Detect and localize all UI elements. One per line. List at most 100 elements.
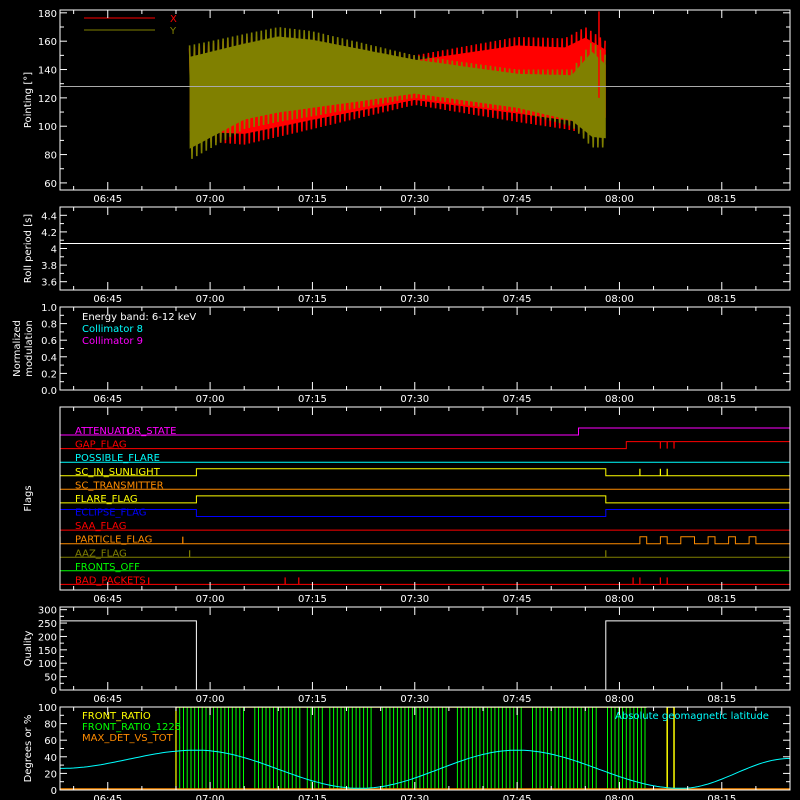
pointing-ytick-label: 120 [38,94,57,105]
observation-summary-plots: X Y 06:45 07:00 07:15 07:30 07:45 08:00 08:15 60 8… [0,0,800,800]
quality-ytick-label: 0 [51,686,57,697]
modulation-panel: Energy band: 6-12 keVCollimator 8Collima… [12,303,791,405]
quality-panel: 06:45 07:00 07:15 07:30 07:45 08:00 08:15 0 50 10… [23,606,791,705]
ratios-ytick-label: 60 [44,736,57,747]
modulation-xtick-label: 08:15 [707,394,736,405]
flag-label-particle_flag: PARTICLE_FLAG [75,535,152,546]
ratios-ylabel: Degrees or % [23,715,34,783]
pointing-xtick-label: 07:00 [196,194,225,205]
annotation-2: Collimator 9 [82,336,143,347]
annotation-0: Energy band: 6-12 keV [82,312,196,323]
quality-xtick-label: 08:00 [605,694,634,705]
modulation-xtick-label: 07:45 [503,394,532,405]
roll-ytick-label: 3.8 [41,261,57,272]
flags-xtick-label: 08:00 [605,594,634,605]
pointing-ytick-label: 160 [38,37,57,48]
flag-label-sc_in_sunlight: SC_IN_SUNLIGHT [75,467,161,478]
flags-xtick-label: 06:45 [93,594,122,605]
flags-ylabel: Flags [23,485,34,511]
pointing-ytick-label: 80 [44,151,57,162]
pointing-xtick-label: 06:45 [93,194,122,205]
quality-xtick-label: 08:15 [707,694,736,705]
pointing-xtick-label: 07:15 [298,194,327,205]
flag-label-aaz_flag: AAZ_FLAG [75,548,127,559]
quality-ytick-label: 150 [38,646,57,657]
pointing-ytick-label: 100 [38,122,57,133]
quality-ytick-label: 300 [38,606,57,617]
geomagnetic-latitude-line [60,749,790,789]
ratios-panel: FRONT_RATIOFRONT_RATIO_1225MAX_DET_VS_TO… [23,703,791,800]
quality-xtick-label: 07:30 [400,694,429,705]
pointing-xtick-label: 07:45 [503,194,532,205]
legend-label-y: Y [169,26,177,37]
modulation-ytick-label: 0.8 [41,320,57,331]
modulation-ylabel-line-0: Normalized [12,320,23,377]
flags-content [60,427,790,585]
modulation-ytick-label: 0.2 [41,369,57,380]
pointing-ytick-label: 180 [38,9,57,20]
flag-line-eclipse_flag [60,509,790,517]
flag-label-fronts_off: FRONTS_OFF [75,562,140,573]
roll-xtick-label: 06:45 [93,294,122,305]
roll-xtick-label: 07:00 [196,294,225,305]
modulation-ytick-label: 1.0 [41,303,57,314]
roll-xtick-label: 07:45 [503,294,532,305]
roll-xtick-label: 07:15 [298,294,327,305]
ratios-ytick-label: 80 [44,720,57,731]
roll-ytick-label: 4.2 [41,228,57,239]
roll-ytick-label: 4.4 [41,211,57,222]
modulation-ytick-label: 0.4 [41,353,57,364]
quality-ytick-label: 100 [38,659,57,670]
flag-label-eclipse_flag: ECLIPSE_FLAG [75,508,146,519]
legend-front_ratio_1225: FRONT_RATIO_1225 [82,722,181,733]
roll-frame [59,206,791,291]
pointing-ytick-label: 60 [44,179,57,190]
flag-line-gap_flag [60,441,790,450]
roll-xtick-label: 08:15 [707,294,736,305]
ratios-xtick-label: 07:45 [503,794,532,800]
annotation-1: Collimator 8 [82,324,143,335]
modulation-ytick-label: 0.6 [41,336,57,347]
modulation-xtick-label: 07:30 [400,394,429,405]
quality-xtick-label: 06:45 [93,694,122,705]
pointing-panel: XY 06:45 07:00 07:15 07:30 07:45 08:00 08:15 60 8… [23,9,791,205]
flags-xtick-label: 07:45 [503,594,532,605]
roll-xtick-label: 07:30 [400,294,429,305]
flag-label-gap_flag: GAP_FLAG [75,440,127,451]
flag-line-sc_in_sunlight [60,468,790,477]
modulation-xtick-label: 06:45 [93,394,122,405]
quality-ytick-label: 50 [44,673,57,684]
flag-line-particle_flag [60,536,790,545]
pointing-xtick-label: 07:30 [400,194,429,205]
flags-xtick-label: 07:00 [196,594,225,605]
quality-ylabel: Quality [23,631,34,667]
ratios-ytick-label: 40 [44,753,57,764]
plot-stack: XY 06:45 07:00 07:15 07:30 07:45 08:00 08:15 60 8… [12,9,791,800]
pointing-xtick-label: 08:15 [707,194,736,205]
flags-xtick-label: 08:15 [707,594,736,605]
modulation-ytick-label: 0.0 [41,386,57,397]
pointing-ytick-label: 140 [38,66,57,77]
modulation-ylabel-line-1: modulation [24,320,35,377]
ratios-ytick-label: 100 [38,703,57,714]
geomagnetic-latitude-label: Absolute geomagnetic latitude [615,711,769,722]
quality-ytick-label: 200 [38,632,57,643]
quality-xtick-label: 07:00 [196,694,225,705]
flags-xtick-label: 07:30 [400,594,429,605]
flag-label-attenuator_state: ATTENUATOR_STATE [75,426,176,437]
ratios-xtick-label: 08:00 [605,794,634,800]
flags-panel: ATTENUATOR_STATE GAP_FLAG POSSIBLE_FLARE SC… [23,406,791,605]
flag-label-sc_transmitter: SC_TRANSMITTER [75,480,164,491]
roll-xtick-label: 08:00 [605,294,634,305]
quality-frame [59,606,791,691]
ratios-ytick-label: 0 [51,786,57,797]
modulation-xtick-label: 07:15 [298,394,327,405]
modulation-ylabel: Normalizedmodulation [12,320,35,377]
roll-ylabel: Roll period [s] [23,214,34,283]
ratios-xtick-label: 07:00 [196,794,225,800]
ratios-xtick-label: 08:15 [707,794,736,800]
roll-panel: 06:45 07:00 07:15 07:30 07:45 08:00 08:15 3.6 3.… [23,206,791,305]
quality-content [60,620,790,690]
flag-label-bad_packets: BAD_PACKETS [75,575,146,586]
modulation-xtick-label: 08:00 [605,394,634,405]
